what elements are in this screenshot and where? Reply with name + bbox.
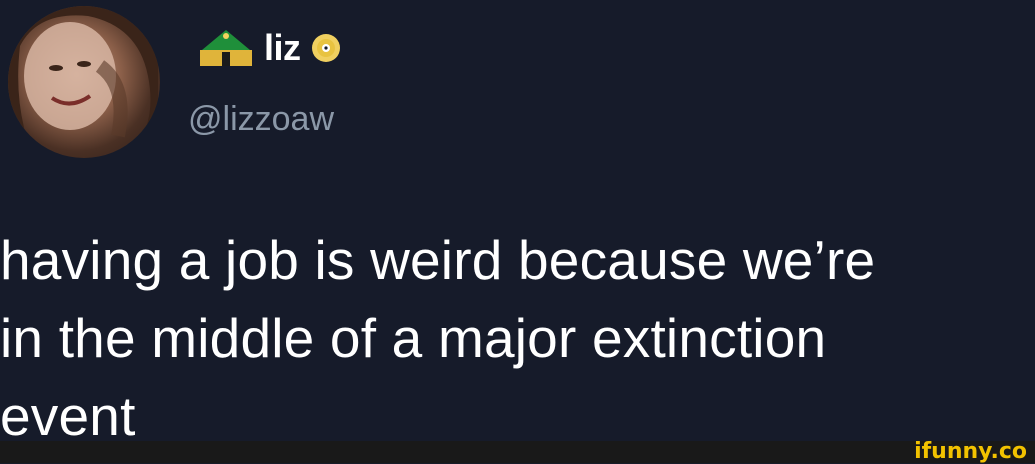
tweet-header: liz — [198, 22, 341, 82]
ifunny-watermark: ifunny.co — [914, 439, 1027, 464]
cd-disc-icon — [311, 34, 340, 62]
avatar-image — [8, 6, 158, 156]
tweet-text: having a job is weird because we’re in t… — [0, 229, 876, 447]
display-name[interactable]: liz — [264, 30, 301, 66]
crown-icon — [200, 30, 252, 66]
footer-bar: ifunny.co — [0, 441, 1035, 463]
tweet-card: liz @lizzoaw having a job is weird becau… — [0, 0, 1035, 447]
user-handle[interactable]: @lizzoaw — [188, 102, 334, 136]
avatar[interactable] — [8, 6, 160, 158]
name-row: liz — [198, 22, 341, 74]
